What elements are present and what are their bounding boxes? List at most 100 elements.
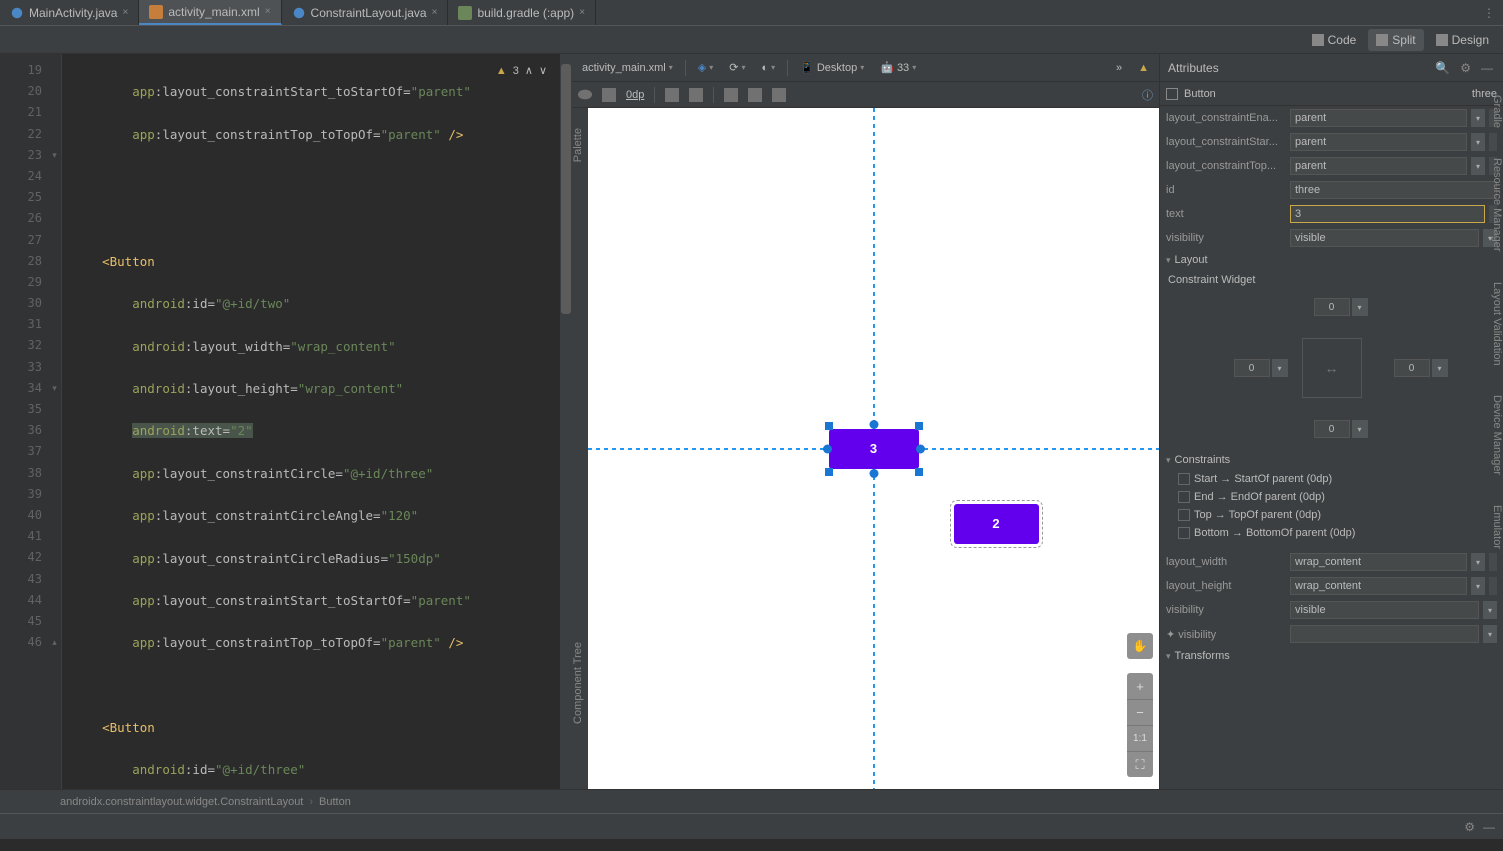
fold-marker[interactable]: ▾ — [48, 145, 61, 166]
zoom-out-button[interactable]: − — [1127, 699, 1153, 725]
dropdown-icon[interactable]: ▾ — [1471, 157, 1485, 175]
attr-row: visibilityvisible▾ — [1160, 226, 1503, 250]
design-surface-icon[interactable]: ◈▾ — [694, 59, 717, 76]
attr-value-visibility2[interactable]: visible — [1290, 601, 1479, 619]
dropdown-icon[interactable]: ▾ — [1471, 133, 1485, 151]
scrollbar-thumb[interactable] — [561, 64, 571, 314]
tab-build-gradle[interactable]: build.gradle (:app)× — [448, 0, 596, 25]
view-mode-design[interactable]: Design — [1428, 29, 1497, 51]
layout-section-header[interactable]: ▾Layout — [1160, 250, 1503, 270]
breadcrumb-item[interactable]: androidx.constraintlayout.widget.Constra… — [60, 796, 303, 808]
dropdown-icon[interactable]: ▾ — [1483, 625, 1497, 643]
fold-marker[interactable]: ▴ — [48, 632, 61, 653]
attr-value[interactable]: parent — [1290, 133, 1467, 151]
eye-icon[interactable] — [578, 88, 592, 102]
palette-tab[interactable]: Palette — [572, 128, 588, 162]
tab-layout-validation[interactable]: Layout Validation — [1487, 282, 1503, 366]
chevron-down-icon[interactable]: ∨ — [539, 64, 547, 77]
attr-value-text[interactable]: 3 — [1290, 205, 1485, 223]
attr-value-visibility[interactable]: visible — [1290, 229, 1479, 247]
design-pane: activity_main.xml▾ ◈▾ ⟳▾ ◐▾ 📱 Desktop▾ 🤖… — [572, 54, 1159, 789]
infer-constraints-icon[interactable] — [689, 88, 703, 102]
tab-gradle[interactable]: Gradle — [1487, 95, 1503, 128]
breadcrumb-item[interactable]: Button — [319, 796, 351, 808]
dropdown-icon[interactable]: ▾ — [1272, 359, 1288, 377]
constraint-margin-right[interactable]: 0 — [1394, 359, 1430, 377]
close-icon[interactable]: × — [265, 6, 271, 17]
file-dropdown[interactable]: activity_main.xml▾ — [578, 60, 677, 76]
dropdown-icon[interactable]: ▾ — [1352, 420, 1368, 438]
info-icon[interactable]: ⓘ — [1142, 87, 1153, 103]
default-margin[interactable]: 0dp — [626, 89, 644, 101]
tabs-overflow-menu[interactable]: ⋮ — [1475, 0, 1503, 25]
left-side-tabs: Palette Component Tree — [572, 108, 588, 724]
dropdown-icon[interactable]: ▾ — [1352, 298, 1368, 316]
right-tool-tabs: Gradle Resource Manager Layout Validatio… — [1487, 55, 1503, 549]
pack-icon[interactable] — [748, 88, 762, 102]
gear-icon[interactable]: ⚙ — [1464, 820, 1475, 834]
dropdown-icon[interactable]: ▾ — [1483, 601, 1497, 619]
tab-main-activity[interactable]: MainActivity.java× — [0, 0, 139, 25]
close-icon[interactable]: × — [122, 7, 128, 18]
inspection-widget[interactable]: ▲3∧∨ — [496, 64, 547, 77]
magnet-icon[interactable] — [602, 88, 616, 102]
pan-icon[interactable]: ✋ — [1127, 633, 1153, 659]
search-icon[interactable]: 🔍 — [1433, 61, 1452, 75]
constraint-item[interactable]: End → EndOf parent (0dp) — [1160, 488, 1503, 506]
orientation-icon[interactable]: ⟳▾ — [725, 59, 749, 76]
constraint-widget-center[interactable]: ↔ — [1302, 338, 1362, 398]
attr-value-id[interactable]: three — [1290, 181, 1497, 199]
dropdown-icon[interactable]: ▾ — [1471, 109, 1485, 127]
editor-scrollbar[interactable] — [560, 54, 572, 789]
constraint-margin-top[interactable]: 0 — [1314, 298, 1350, 316]
constraint-item[interactable]: Bottom → BottomOf parent (0dp) — [1160, 524, 1503, 542]
fold-marker[interactable]: ▾ — [48, 378, 61, 399]
tab-device-manager[interactable]: Device Manager — [1487, 395, 1503, 475]
dropdown-icon[interactable]: ▾ — [1471, 577, 1485, 595]
close-icon[interactable]: × — [432, 7, 438, 18]
attr-value-layout-height[interactable]: wrap_content — [1290, 577, 1467, 595]
guideline-icon[interactable] — [772, 88, 786, 102]
zoom-expand-button[interactable]: ⛶ — [1127, 751, 1153, 777]
night-mode-icon[interactable]: ◐▾ — [757, 60, 779, 76]
constraint-margin-bottom[interactable]: 0 — [1314, 420, 1350, 438]
design-canvas[interactable]: 3 2 — [588, 108, 1159, 789]
unnamed-checkbox[interactable] — [1166, 88, 1178, 100]
tab-activity-main-xml[interactable]: activity_main.xml× — [139, 0, 281, 25]
attributes-body[interactable]: layout_constraintEna...parent▾ layout_co… — [1160, 106, 1503, 789]
dropdown-icon[interactable]: ▾ — [1432, 359, 1448, 377]
api-dropdown[interactable]: 🤖 33▾ — [876, 59, 920, 76]
attr-value[interactable]: parent — [1290, 109, 1467, 127]
attr-value-layout-width[interactable]: wrap_content — [1290, 553, 1467, 571]
minimize-icon[interactable]: — — [1483, 820, 1495, 834]
widget-button-two[interactable]: 2 — [954, 504, 1039, 544]
view-mode-code[interactable]: Code — [1304, 29, 1365, 51]
chevron-up-icon[interactable]: ∧ — [525, 64, 533, 77]
tab-emulator[interactable]: Emulator — [1487, 505, 1503, 549]
widget-button-three[interactable]: 3 — [829, 429, 919, 469]
warning-icon[interactable]: ▲ — [1134, 60, 1153, 76]
view-mode-split[interactable]: Split — [1368, 29, 1423, 51]
constraint-margin-left[interactable]: 0 — [1234, 359, 1270, 377]
transforms-section-header[interactable]: ▾Transforms — [1160, 646, 1503, 666]
constraint-item[interactable]: Top → TopOf parent (0dp) — [1160, 506, 1503, 524]
attr-row: layout_constraintStar...parent▾ — [1160, 130, 1503, 154]
zoom-in-button[interactable]: + — [1127, 673, 1153, 699]
attr-value[interactable]: parent — [1290, 157, 1467, 175]
constraint-item[interactable]: Start → StartOf parent (0dp) — [1160, 470, 1503, 488]
constraint-widget[interactable]: ↔ 0▾ 0▾ 0▾ 0▾ — [1160, 290, 1503, 450]
close-icon[interactable]: × — [579, 7, 585, 18]
device-dropdown[interactable]: 📱 Desktop▾ — [796, 59, 868, 76]
clear-constraints-icon[interactable] — [665, 88, 679, 102]
zoom-fit-button[interactable]: 1:1 — [1127, 725, 1153, 751]
gear-icon[interactable]: ⚙ — [1458, 61, 1473, 75]
code-text-area[interactable]: app:layout_constraintStart_toStartOf="pa… — [62, 54, 572, 789]
dropdown-icon[interactable]: ▾ — [1471, 553, 1485, 571]
constraints-section-header[interactable]: ▾Constraints — [1160, 450, 1503, 470]
tab-resource-manager[interactable]: Resource Manager — [1487, 158, 1503, 252]
attr-value-tools-visibility[interactable] — [1290, 625, 1479, 643]
overflow-icon[interactable]: » — [1112, 60, 1126, 76]
tab-constraintlayout-java[interactable]: ConstraintLayout.java× — [282, 0, 449, 25]
align-icon[interactable] — [724, 88, 738, 102]
component-tree-tab[interactable]: Component Tree — [572, 642, 588, 724]
